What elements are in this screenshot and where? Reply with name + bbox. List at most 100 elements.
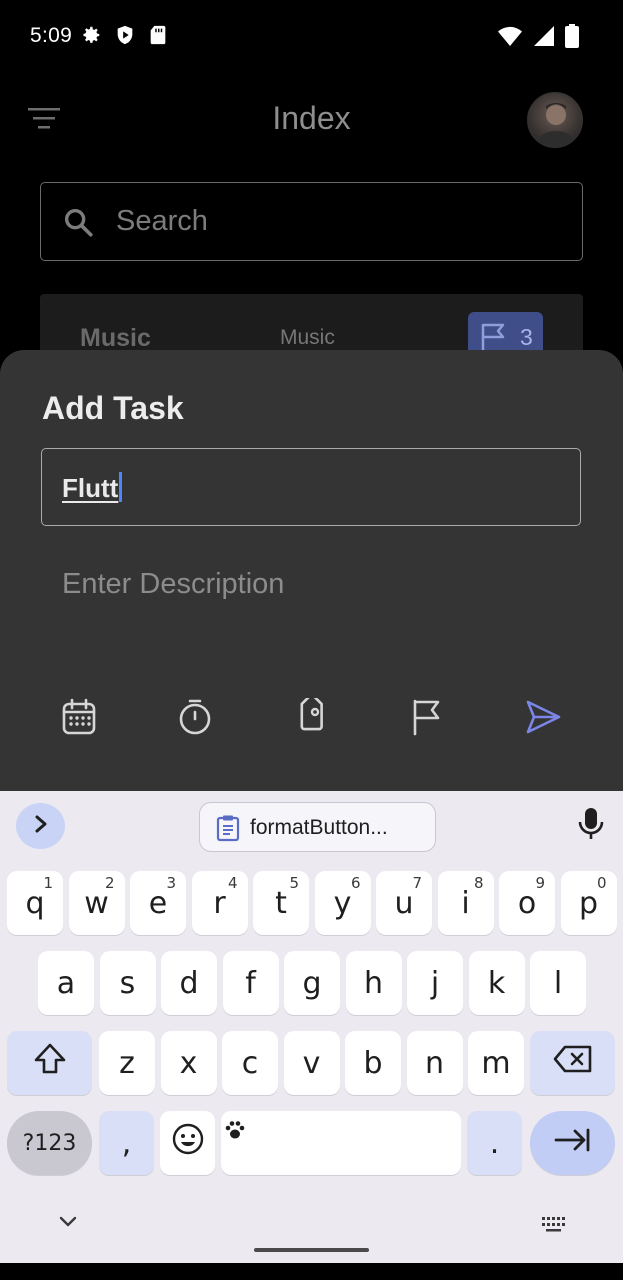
key-q[interactable]: q1 [7, 871, 63, 935]
key-label: o [517, 885, 537, 921]
key-label: i [461, 885, 470, 921]
task-toolbar [0, 695, 623, 739]
key-b[interactable]: b [345, 1031, 401, 1095]
key-label: f [245, 965, 256, 1001]
gear-icon [80, 24, 102, 51]
period-key[interactable]: . [467, 1111, 522, 1175]
key-label: a [56, 965, 76, 1001]
key-k[interactable]: k [468, 951, 525, 1015]
shield-icon [114, 24, 136, 51]
key-a[interactable]: a [38, 951, 94, 1015]
key-label: c [241, 1045, 259, 1081]
key-label: r [213, 885, 226, 921]
key-hint: 1 [43, 874, 53, 892]
paw-icon [224, 1113, 246, 1148]
cell-signal-icon [533, 25, 555, 52]
key-hint: 7 [412, 874, 422, 892]
key-r[interactable]: r4 [191, 871, 248, 935]
key-u[interactable]: u7 [376, 871, 432, 935]
key-w[interactable]: w2 [68, 871, 125, 935]
key-label: u [394, 885, 414, 921]
key-hint: 9 [535, 874, 545, 892]
key-c[interactable]: c [222, 1031, 278, 1095]
project-name: Music [80, 324, 151, 352]
chevron-right-icon [32, 814, 50, 839]
tab-next-icon [554, 1126, 592, 1161]
bottom-strip [0, 1263, 623, 1280]
app-bar: Index [0, 74, 623, 166]
backspace-key[interactable] [530, 1031, 615, 1095]
key-f[interactable]: f [222, 951, 279, 1015]
clipboard-suggestion[interactable]: formatButton... [199, 802, 436, 852]
key-hint: 8 [473, 874, 484, 892]
clipboard-text: formatButton... [250, 816, 388, 839]
key-label: l [553, 965, 563, 1001]
gesture-handle[interactable] [254, 1248, 369, 1252]
key-x[interactable]: x [160, 1031, 217, 1095]
chevron-down-icon[interactable] [58, 1215, 78, 1234]
status-time: 5:09 [30, 24, 73, 47]
key-label: v [302, 1045, 321, 1081]
key-hint: 4 [227, 874, 238, 892]
key-m[interactable]: m [468, 1031, 524, 1095]
key-label: d [179, 965, 199, 1001]
key-label: k [487, 965, 506, 1001]
key-hint: 2 [104, 874, 115, 892]
key-label: g [302, 965, 322, 1001]
key-hint: 5 [289, 874, 299, 892]
key-y[interactable]: y6 [314, 871, 371, 935]
key-label: j [430, 965, 440, 1001]
key-v[interactable]: v [283, 1031, 340, 1095]
key-label: b [363, 1045, 383, 1081]
key-i[interactable]: i8 [437, 871, 494, 935]
key-g[interactable]: g [284, 951, 340, 1015]
search-placeholder: Search [116, 205, 208, 237]
tag-icon[interactable] [291, 695, 331, 739]
key-d[interactable]: d [161, 951, 217, 1015]
soft-keyboard: formatButton... q1w2e3r4t5y6u7i8o9p0asdf… [0, 791, 623, 1263]
next-key[interactable] [530, 1111, 615, 1175]
key-label: t [275, 885, 287, 921]
comma-key[interactable]: , [99, 1111, 154, 1175]
key-label: z [119, 1045, 135, 1081]
search-input[interactable]: Search [40, 182, 583, 261]
key-n[interactable]: n [406, 1031, 463, 1095]
calendar-icon[interactable] [59, 695, 99, 739]
sd-card-icon [148, 24, 168, 51]
key-s[interactable]: s [99, 951, 156, 1015]
description-input[interactable]: Enter Description [62, 568, 284, 601]
key-label: s [119, 965, 136, 1001]
key-label: y [333, 885, 352, 921]
key-label: x [179, 1045, 198, 1081]
timer-icon[interactable] [175, 695, 215, 739]
symbols-key[interactable]: ?123 [7, 1111, 92, 1175]
send-icon[interactable] [523, 695, 563, 739]
shift-key[interactable] [7, 1031, 92, 1095]
key-label: n [424, 1045, 444, 1081]
microphone-icon[interactable] [578, 807, 604, 846]
key-hint: 0 [596, 874, 607, 892]
key-hint: 3 [166, 874, 176, 892]
space-key[interactable] [221, 1111, 461, 1175]
avatar[interactable] [527, 92, 583, 148]
expand-toolbar-button[interactable] [16, 803, 65, 849]
key-e[interactable]: e3 [130, 871, 186, 935]
keyboard-switch-icon[interactable] [542, 1217, 568, 1238]
key-p[interactable]: p0 [560, 871, 617, 935]
project-category: Music [280, 326, 335, 349]
key-t[interactable]: t5 [253, 871, 309, 935]
add-task-sheet: Add Task Flutt Enter Description [0, 350, 623, 800]
key-l[interactable]: l [530, 951, 586, 1015]
suggestion-bar: formatButton... [0, 791, 623, 861]
count-value: 3 [520, 324, 533, 350]
key-z[interactable]: z [99, 1031, 155, 1095]
emoji-key[interactable] [160, 1111, 215, 1175]
key-j[interactable]: j [407, 951, 463, 1015]
period-label: . [489, 1125, 500, 1161]
key-o[interactable]: o9 [499, 871, 555, 935]
task-name-input[interactable]: Flutt [41, 448, 581, 526]
key-h[interactable]: h [345, 951, 402, 1015]
search-icon [61, 205, 95, 244]
flag-icon[interactable] [407, 695, 447, 739]
task-name-value: Flutt [62, 473, 119, 503]
